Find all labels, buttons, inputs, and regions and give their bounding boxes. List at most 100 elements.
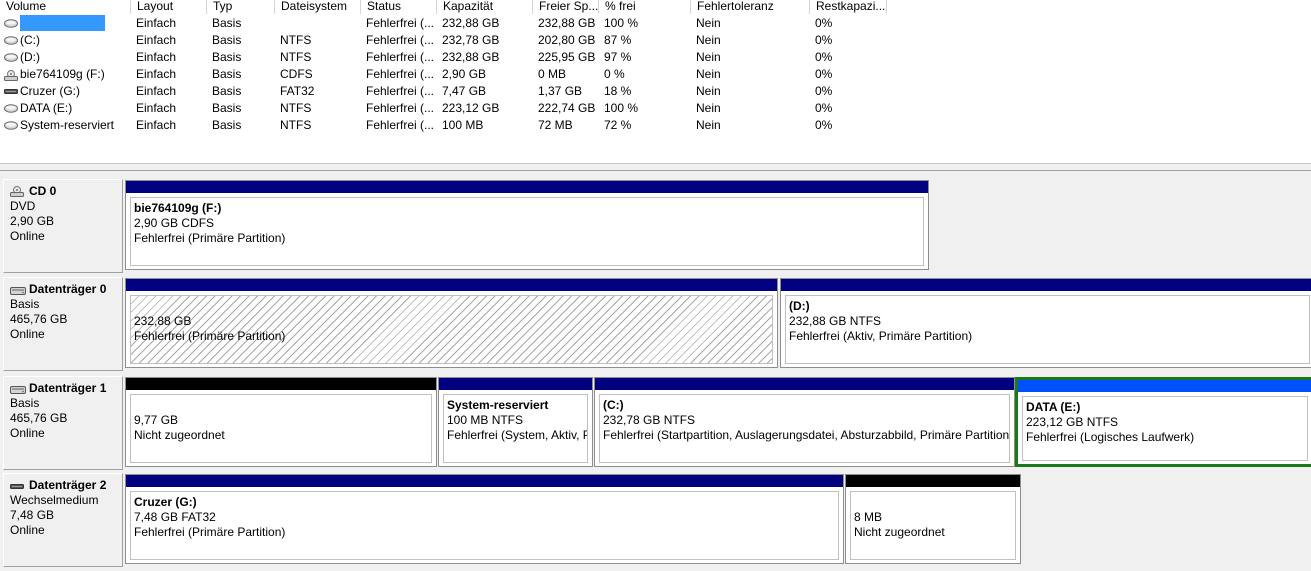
partition[interactable]: DATA (E:) 223,12 GB NTFS Fehlerfrei (Logis… [1015, 377, 1311, 467]
partition-name: DATA (E:) [1026, 400, 1081, 414]
volume-name[interactable]: (C:) [20, 32, 40, 49]
column-header-freier-speicher[interactable]: Freier Sp... [533, 0, 599, 14]
volume-name[interactable]: Cruzer (G:) [20, 83, 80, 100]
volume-name[interactable]: bie764109g (F:) [20, 66, 105, 83]
disk-info-line: Online [10, 327, 45, 341]
column-header-fehlertoleranz[interactable]: Fehlertoleranz [691, 0, 810, 14]
volume-status: Fehlerfrei (... [366, 118, 435, 132]
volume-row[interactable]: System-reserviert Einfach Basis NTFS Fehlerf… [0, 117, 1311, 134]
volume-layout: Einfach [136, 67, 177, 81]
partition-info-line: 100 MB NTFS [447, 413, 524, 427]
volume-typ: Basis [212, 33, 242, 47]
disk-label[interactable]: Datenträger 1 Basis 465,76 GB Online [3, 376, 123, 470]
volume-pct: 0 % [604, 67, 625, 81]
column-header-prozent-frei[interactable]: % frei [599, 0, 691, 14]
usb-drive-icon [4, 87, 18, 96]
column-header-status[interactable]: Status [361, 0, 437, 14]
volume-fs: CDFS [280, 67, 313, 81]
volume-kap: 232,88 GB [442, 50, 500, 64]
pane-splitter[interactable] [0, 163, 1311, 171]
volume-pct: 72 % [604, 118, 632, 132]
partition-info-line: 7,48 GB FAT32 [134, 510, 216, 524]
volume-pct: 87 % [604, 33, 632, 47]
column-header-row: Volume Layout Typ Dateisystem Status Kap… [0, 0, 1311, 14]
disk-label[interactable]: CD 0 DVD 2,90 GB Online [3, 179, 123, 273]
partition-name [854, 495, 1015, 510]
disk-title-text: Datenträger 2 [29, 478, 107, 492]
volume-list[interactable]: Volume Layout Typ Dateisystem Status Kap… [0, 0, 1311, 163]
volume-kap: 223,12 GB [442, 101, 500, 115]
partition[interactable]: 8 MB Nicht zugeordnet [845, 474, 1021, 564]
disk-info-line: Basis [10, 297, 40, 311]
partition[interactable]: Cruzer (G:) 7,48 GB FAT32 Fehlerfrei (Prim… [125, 474, 844, 564]
volume-layout: Einfach [136, 33, 177, 47]
partition-info-line: Fehlerfrei (Primäre Partition) [134, 525, 286, 539]
volume-rest: 0% [815, 118, 833, 132]
volume-row[interactable]: Einfach Basis Fehlerfrei (... 232,88 GB 232,… [0, 15, 1311, 32]
disk-label[interactable]: Datenträger 2 Wechselmedium 7,48 GB Online [3, 473, 123, 567]
partition-name: bie764109g (F:) [134, 201, 222, 215]
partition[interactable]: 9,77 GB Nicht zugeordnet [125, 377, 437, 467]
partition-details: System-reserviert 100 MB NTFS Fehlerfrei (… [443, 394, 588, 463]
volume-fs: NTFS [280, 50, 312, 64]
volume-pct: 100 % [604, 16, 639, 30]
volume-row[interactable]: (C:) Einfach Basis NTFS Fehlerfrei (... 232,7… [0, 32, 1311, 49]
volume-ft: Nein [696, 101, 721, 115]
volume-frei: 232,88 GB [538, 16, 596, 30]
column-header-layout[interactable]: Layout [131, 0, 207, 14]
volume-row[interactable]: (D:) Einfach Basis NTFS Fehlerfrei (... 232,8… [0, 49, 1311, 66]
volume-ft: Nein [696, 84, 721, 98]
volume-ft: Nein [696, 16, 721, 30]
partition-info-line: Fehlerfrei (Aktiv, Primäre Partition) [789, 329, 973, 343]
partition-details: 8 MB Nicht zugeordnet [850, 491, 1016, 560]
volume-rest: 0% [815, 33, 833, 47]
partition[interactable]: (C:) 232,78 GB NTFS Fehlerfrei (Startparti… [594, 377, 1015, 467]
disk-title: Datenträger 1 [10, 381, 122, 396]
disk-info-line: Wechselmedium [10, 493, 99, 507]
drive-icon [4, 121, 18, 130]
disk-info-line: Online [10, 426, 45, 440]
volume-pct: 18 % [604, 84, 632, 98]
column-header-restkapazitaet[interactable]: Restkapazi... [810, 0, 887, 14]
column-header-volume[interactable]: Volume [0, 0, 131, 14]
partition[interactable]: System-reserviert 100 MB NTFS Fehlerfrei (… [438, 377, 593, 467]
partition-info-line: 232,88 GB NTFS [789, 314, 882, 328]
partition-info-line: Fehlerfrei (System, Aktiv, P [447, 428, 588, 442]
volume-status: Fehlerfrei (... [366, 50, 435, 64]
volume-typ: Basis [212, 16, 242, 30]
cd-drive-icon [10, 185, 26, 198]
partition[interactable]: 232,88 GB Fehlerfrei (Primäre Partition) [125, 278, 778, 368]
volume-name[interactable]: (D:) [20, 49, 40, 66]
volume-kap: 2,90 GB [442, 67, 487, 81]
partition[interactable]: bie764109g (F:) 2,90 GB CDFS Fehlerfrei (P… [125, 180, 929, 270]
volume-row[interactable]: Cruzer (G:) Einfach Basis FAT32 Fehlerfrei (… [0, 83, 1311, 100]
partition-details: 232,88 GB Fehlerfrei (Primäre Partition) [130, 295, 773, 364]
volume-layout: Einfach [136, 101, 177, 115]
partition-info-line: Fehlerfrei (Logisches Laufwerk) [1026, 430, 1195, 444]
disk-info-line: 465,76 GB [10, 411, 68, 425]
volume-row[interactable]: DATA (E:) Einfach Basis NTFS Fehlerfrei (...… [0, 100, 1311, 117]
disk-title-text: CD 0 [29, 184, 57, 198]
column-header-typ[interactable]: Typ [207, 0, 275, 14]
partition-name: System-reserviert [447, 398, 549, 412]
volume-rest: 0% [815, 84, 833, 98]
volume-name[interactable]: DATA (E:) [20, 100, 72, 117]
drive-icon [4, 104, 18, 113]
column-header-kapazitaet[interactable]: Kapazität [437, 0, 533, 14]
disk-label[interactable]: Datenträger 0 Basis 465,76 GB Online [3, 277, 123, 371]
column-header-dateisystem[interactable]: Dateisystem [275, 0, 361, 14]
partition-color-bar [595, 378, 1014, 390]
volume-ft: Nein [696, 33, 721, 47]
volume-rest: 0% [815, 67, 833, 81]
disk-info-line: Online [10, 229, 45, 243]
volume-fs: NTFS [280, 33, 312, 47]
volume-row[interactable]: bie764109g (F:) Einfach Basis CDFS Fehlerfre… [0, 66, 1311, 83]
disk-title-text: Datenträger 0 [29, 282, 107, 296]
partition[interactable]: (D:) 232,88 GB NTFS Fehlerfrei (Aktiv, Pri… [780, 278, 1311, 368]
volume-frei: 1,37 GB [538, 84, 583, 98]
volume-name[interactable] [20, 15, 105, 31]
disk-info-line: 2,90 GB [10, 214, 55, 228]
volume-name[interactable]: System-reserviert [20, 117, 114, 134]
cd-drive-icon [4, 70, 18, 81]
partition-name: Cruzer (G:) [134, 495, 197, 509]
